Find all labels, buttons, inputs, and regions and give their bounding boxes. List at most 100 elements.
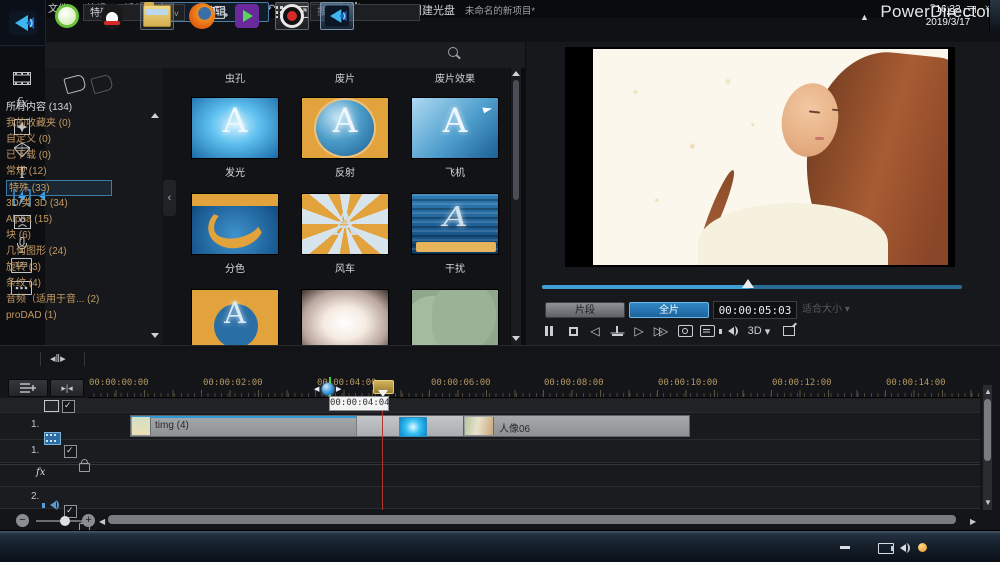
- library-grid: 虫孔 废片 废片效果 A A A 发光 反射 飞机 A A 分色 风车 干扰 A: [162, 68, 510, 345]
- taskbar-player-icon[interactable]: [230, 2, 264, 30]
- zoom-in-button[interactable]: +: [82, 514, 95, 527]
- undock-preview-icon[interactable]: [780, 323, 798, 339]
- threed-dropdown[interactable]: 3D ▾: [744, 323, 774, 339]
- transition-effect-clip[interactable]: [399, 417, 427, 437]
- track-enable-checkbox[interactable]: [64, 445, 77, 458]
- category-special[interactable]: 特殊 (33): [6, 180, 112, 196]
- seek-marker-button[interactable]: [608, 323, 626, 339]
- volume-icon[interactable]: [719, 323, 740, 339]
- movie-mode-button[interactable]: 全片: [629, 302, 709, 318]
- category-stripes[interactable]: 条纹 (4): [6, 276, 112, 292]
- transition-thumb-interfere[interactable]: A: [411, 193, 499, 255]
- grid-item-label: 废片效果: [435, 74, 475, 85]
- ruler-label: 00:00:08:00: [544, 378, 604, 388]
- category-custom[interactable]: 自定义 (0): [6, 132, 112, 148]
- horizontal-scrollbar[interactable]: [108, 515, 956, 524]
- grid-item-label: 反射: [335, 168, 355, 179]
- category-all[interactable]: 所有内容 (134): [6, 100, 112, 116]
- show-desktop-button[interactable]: [989, 0, 1000, 32]
- play-button[interactable]: ▷: [630, 323, 648, 339]
- clip-name: timg (4): [155, 420, 189, 431]
- transition-thumb-reflect[interactable]: A: [301, 97, 389, 159]
- grid-scroll-up-icon[interactable]: [512, 71, 520, 76]
- transition-thumb-partial-1[interactable]: A: [191, 289, 279, 345]
- taskbar-powerdirector-icon[interactable]: [320, 2, 354, 30]
- range-select-checkbox[interactable]: [62, 400, 75, 413]
- vertical-scroll-thumb[interactable]: [984, 399, 991, 461]
- preview-seek-thumb[interactable]: [742, 279, 754, 288]
- category-scroll-down-icon[interactable]: [151, 333, 159, 338]
- clip-portrait06[interactable]: 人像06: [463, 415, 690, 437]
- media-room-icon[interactable]: [11, 68, 33, 88]
- scroll-left-icon[interactable]: ◀: [99, 517, 105, 526]
- scroll-down-icon[interactable]: ▼: [984, 498, 992, 507]
- grid-item-label: 飞机: [445, 168, 465, 179]
- vertical-scrollbar[interactable]: ▲ ▼: [983, 385, 992, 510]
- transition-thumb-glow[interactable]: A: [191, 97, 279, 159]
- preview-timecode: 00:00:05:03: [713, 301, 797, 319]
- fit-timeline-button[interactable]: ▸|◂: [50, 379, 84, 397]
- splitter-separator: [84, 352, 85, 366]
- tray-volume-icon[interactable]: [891, 543, 910, 553]
- range-select-icon[interactable]: [44, 400, 59, 412]
- grid-item-label: 分色: [225, 264, 245, 275]
- transition-thumb-partial-3[interactable]: [411, 289, 499, 345]
- preview-quality-icon[interactable]: [698, 323, 716, 339]
- category-prodad[interactable]: proDAD (1): [6, 308, 112, 324]
- zoom-slider-track[interactable]: [36, 520, 82, 522]
- audio-track-1-row[interactable]: [0, 440, 980, 463]
- tray-app-icon[interactable]: [918, 543, 927, 552]
- category-downloaded[interactable]: 已下载 (0): [6, 148, 112, 164]
- zoom-out-button[interactable]: −: [16, 514, 29, 527]
- playhead-line: [382, 397, 383, 510]
- ruler-label: 00:00:14:00: [886, 378, 946, 388]
- transition-thumb-pinwheel[interactable]: A: [301, 193, 389, 255]
- split-clip-icon[interactable]: ◂‖▸: [50, 352, 66, 365]
- stop-button[interactable]: [564, 323, 582, 339]
- audio-track-icon: [42, 500, 59, 510]
- snapshot-camera-icon[interactable]: [676, 323, 694, 339]
- grid-scroll-down-icon[interactable]: [512, 336, 520, 341]
- taskbar-qq-icon[interactable]: [95, 2, 129, 30]
- taskbar-explorer-icon[interactable]: [140, 2, 174, 30]
- track-lock-icon[interactable]: [79, 459, 90, 472]
- category-favorites[interactable]: 我的收藏夹 (0): [6, 116, 112, 132]
- ruler-label: 00:00:12:00: [772, 378, 832, 388]
- scroll-right-icon[interactable]: ▶: [970, 517, 976, 526]
- pause-button[interactable]: [540, 323, 558, 339]
- preview-photo: [593, 49, 948, 265]
- scroll-up-icon[interactable]: ▲: [984, 387, 992, 396]
- drag-cursor-orb[interactable]: [322, 383, 334, 395]
- category-3d[interactable]: 3D/类 3D (34): [6, 196, 112, 212]
- taskbar-clock[interactable]: 16:32 2019/3/17: [918, 3, 978, 29]
- transition-thumb-separate[interactable]: [191, 193, 279, 255]
- previous-frame-button[interactable]: ◁: [586, 323, 604, 339]
- category-audio[interactable]: 音频（适用于音... (2): [6, 292, 112, 308]
- clip-timg4[interactable]: timg (4): [130, 415, 465, 437]
- zoom-slider-thumb[interactable]: [60, 516, 70, 526]
- category-general[interactable]: 常规 (12): [6, 164, 112, 180]
- track-manager-button[interactable]: [8, 379, 48, 397]
- transition-thumb-partial-2[interactable]: [301, 289, 389, 345]
- category-alpha[interactable]: Alpha (15): [6, 212, 112, 228]
- search-icon[interactable]: [448, 47, 458, 57]
- fast-forward-button[interactable]: ▷▷: [650, 323, 668, 339]
- grid-scrollbar[interactable]: [511, 68, 521, 345]
- range-select-row[interactable]: [0, 398, 980, 413]
- fx-track-row[interactable]: [0, 464, 980, 487]
- grid-item-label: 干扰: [445, 264, 465, 275]
- collapse-panel-button[interactable]: ‹: [163, 180, 176, 216]
- clip-mode-button[interactable]: 片段: [545, 302, 625, 318]
- category-geometric[interactable]: 几何图形 (24): [6, 244, 112, 260]
- taskbar-firefox-icon[interactable]: [185, 2, 219, 30]
- category-scroll-up-icon[interactable]: [151, 113, 159, 118]
- clip-thumbnail: [132, 417, 151, 435]
- category-block[interactable]: 块 (6): [6, 228, 112, 244]
- taskbar-recorder-icon[interactable]: [275, 2, 309, 30]
- track-2-row[interactable]: [0, 487, 980, 509]
- taskbar-browser-icon[interactable]: [50, 2, 84, 30]
- transition-thumb-plane[interactable]: A: [411, 97, 499, 159]
- tray-ime-bar-icon[interactable]: [840, 546, 850, 549]
- tray-show-hidden-icon[interactable]: ▲: [860, 12, 869, 22]
- category-rotate[interactable]: 旋转 (3): [6, 260, 112, 276]
